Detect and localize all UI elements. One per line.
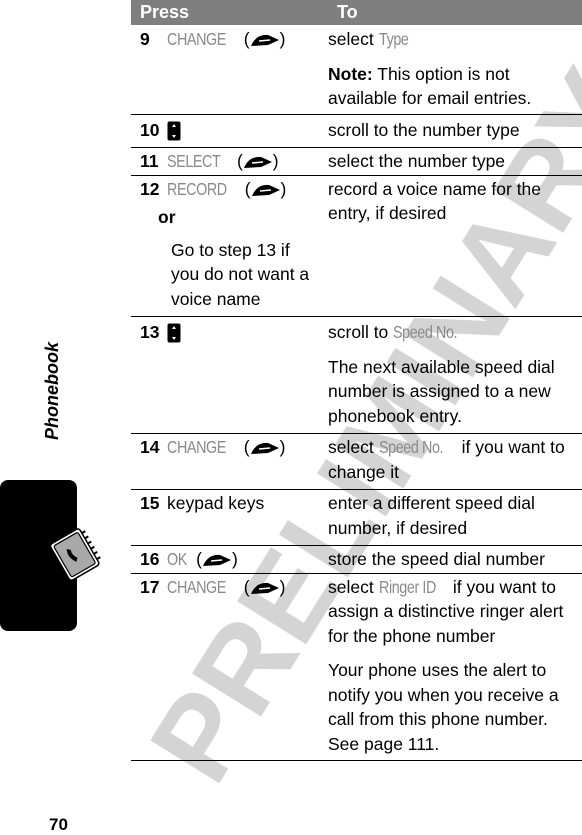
step-number: 14 bbox=[140, 437, 160, 457]
nav-key-icon bbox=[167, 323, 181, 343]
softkey-icon bbox=[243, 157, 272, 169]
press-cell: 15 keypad keys bbox=[131, 491, 326, 540]
press-cell: 16 OK () bbox=[131, 547, 326, 572]
to-cell: scroll to Speed No. The next available sp… bbox=[326, 320, 582, 428]
table-row: 11 SELECT () select the number type bbox=[131, 148, 582, 176]
step-number: 12 bbox=[140, 178, 160, 199]
softkey-label[interactable]: CHANGE bbox=[167, 27, 226, 52]
extra-info: Your phone uses the alert to notify you … bbox=[328, 660, 559, 754]
step-number: 10 bbox=[140, 119, 160, 140]
softkey-label[interactable]: CHANGE bbox=[167, 435, 226, 460]
display-text: Speed No. bbox=[378, 437, 444, 457]
steps-table: Press To 9 CHANGE () select Type Note: This… bbox=[131, 0, 582, 761]
table-row: 13 scroll to Speed No. The next available … bbox=[131, 317, 582, 434]
table-row: 16 OK () store the speed dial number bbox=[131, 546, 582, 574]
table-header: Press To bbox=[131, 0, 582, 25]
step-number: 15 bbox=[140, 493, 160, 513]
step-number: 9 bbox=[140, 29, 150, 49]
or-label: or bbox=[158, 207, 176, 227]
to-cell: store the speed dial number bbox=[326, 547, 582, 572]
to-cell: enter a different speed dial number, if … bbox=[326, 491, 582, 540]
press-cell: 10 bbox=[131, 118, 326, 143]
header-press: Press bbox=[140, 2, 190, 22]
softkey-label[interactable]: SELECT bbox=[167, 149, 221, 174]
press-cell: 13 bbox=[131, 320, 326, 428]
instruction-text: select the number type bbox=[328, 151, 506, 171]
page-number: 70 bbox=[49, 815, 68, 834]
instruction-text: store the speed dial number bbox=[328, 549, 545, 569]
table-row: 15 keypad keys enter a different speed dia… bbox=[131, 490, 582, 546]
press-cell: 14 CHANGE () bbox=[131, 435, 326, 484]
to-cell: select Speed No. if you want to change i… bbox=[328, 437, 565, 482]
header-to: To bbox=[337, 2, 358, 22]
table-row: 12 RECORD () or Go to step 13 if you do not… bbox=[131, 176, 582, 317]
to-cell: select Type Note: This option is not avai… bbox=[326, 27, 582, 111]
display-text: Ringer ID bbox=[378, 576, 436, 597]
instruction-text: record a voice name for the entry, if de… bbox=[328, 178, 542, 224]
step-number: 13 bbox=[140, 322, 160, 342]
step-number: 17 bbox=[140, 576, 160, 597]
note-label: Note: bbox=[328, 63, 373, 84]
display-text: Type bbox=[378, 29, 409, 49]
softkey-icon bbox=[251, 184, 280, 196]
nav-key-icon bbox=[167, 121, 181, 141]
press-cell: 17 CHANGE () bbox=[131, 575, 326, 757]
press-cell: 9 CHANGE () bbox=[131, 27, 326, 111]
press-cell: 12 RECORD () or Go to step 13 if you do not… bbox=[131, 177, 326, 312]
table-row: 9 CHANGE () select Type Note: This option i… bbox=[131, 25, 582, 115]
softkey-label[interactable]: OK bbox=[167, 547, 187, 572]
to-cell: record a voice name for the entry, if de… bbox=[326, 177, 582, 312]
table-row: 17 CHANGE () select Ringer ID if you want … bbox=[131, 574, 582, 761]
softkey-icon bbox=[250, 582, 279, 594]
to-cell: scroll to the number type bbox=[326, 118, 582, 143]
softkey-icon bbox=[250, 443, 279, 455]
note: Note: This option is not available for e… bbox=[328, 63, 532, 109]
softkey-label[interactable]: CHANGE bbox=[167, 575, 226, 600]
section-label: Phonebook bbox=[42, 342, 62, 440]
phonebook-icon bbox=[49, 528, 101, 581]
softkey-icon bbox=[250, 35, 279, 47]
extra-info: The next available speed dial number is … bbox=[328, 356, 555, 426]
step-number: 11 bbox=[140, 151, 159, 171]
softkey-icon bbox=[203, 555, 231, 567]
table-row: 14 CHANGE () select Speed No. if you want … bbox=[131, 434, 582, 490]
step-number: 16 bbox=[140, 549, 160, 569]
press-text: keypad keys bbox=[167, 493, 265, 513]
press-cell: 11 SELECT () bbox=[131, 149, 326, 174]
table-row: 10 scroll to the number type bbox=[131, 115, 582, 148]
to-cell: select the number type bbox=[326, 149, 582, 174]
instruction-text: enter a different speed dial number, if … bbox=[328, 493, 535, 538]
softkey-label[interactable]: RECORD bbox=[167, 177, 227, 202]
display-text: Speed No. bbox=[393, 322, 458, 342]
to-cell: select Ringer ID if you want to assign a… bbox=[326, 575, 582, 757]
instruction-text: scroll to the number type bbox=[328, 119, 520, 140]
alternate-instruction: Go to step 13 if you do not want a voice… bbox=[171, 239, 310, 309]
